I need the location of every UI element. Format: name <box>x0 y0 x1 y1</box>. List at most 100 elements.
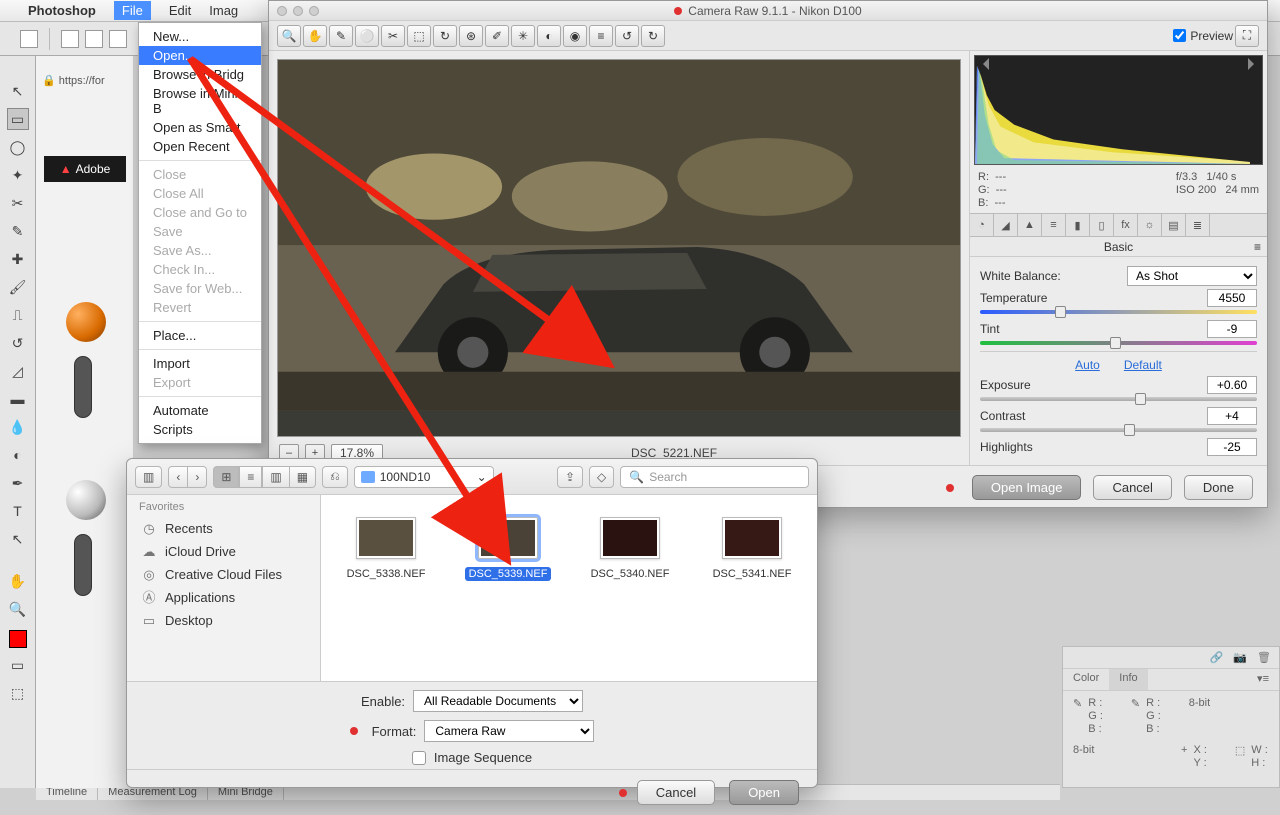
tool-stamp[interactable]: ⎍ <box>7 304 29 326</box>
tool-marquee[interactable]: ▭ <box>7 108 29 130</box>
cr-tool-2[interactable]: ✎ <box>329 25 353 47</box>
tool-history[interactable]: ↺ <box>7 332 29 354</box>
forward-button[interactable]: › <box>188 466 207 488</box>
tool-heal[interactable]: ✚ <box>7 248 29 270</box>
file-menu-save[interactable]: Save <box>139 222 261 241</box>
opt-marquee-icon[interactable] <box>20 30 38 48</box>
adjust-tab-0[interactable]: ◔ <box>970 214 994 236</box>
file-menu-browse-in-bridg[interactable]: Browse in Bridg <box>139 65 261 84</box>
adjust-tab-8[interactable]: ▤ <box>1162 214 1186 236</box>
tint-input[interactable] <box>1207 320 1257 338</box>
open-image-button[interactable]: Open Image <box>972 475 1082 500</box>
minimize-icon[interactable] <box>293 6 303 16</box>
camera-icon[interactable]: 📷 <box>1233 651 1247 664</box>
tool-crop[interactable]: ✂ <box>7 192 29 214</box>
opt-a-icon[interactable] <box>61 30 79 48</box>
menu-image[interactable]: Imag <box>209 3 238 18</box>
adjust-tab-7[interactable]: ☼ <box>1138 214 1162 236</box>
highlights-input[interactable] <box>1207 438 1257 456</box>
file-item[interactable]: DSC_5341.NEF <box>705 517 799 581</box>
file-menu-save-for-web-[interactable]: Save for Web... <box>139 279 261 298</box>
format-select[interactable]: Camera Raw <box>424 720 594 742</box>
contrast-input[interactable] <box>1207 407 1257 425</box>
done-button[interactable]: Done <box>1184 475 1253 500</box>
imageseq-checkbox[interactable] <box>412 751 426 765</box>
tool-move[interactable]: ↖ <box>7 80 29 102</box>
file-menu-import[interactable]: Import <box>139 354 261 373</box>
cr-tool-13[interactable]: ↺ <box>615 25 639 47</box>
adjust-tab-2[interactable]: ▲ <box>1018 214 1042 236</box>
cr-tool-10[interactable]: ◐ <box>537 25 561 47</box>
tool-brush[interactable]: 🖌 <box>7 276 29 298</box>
adjust-tab-9[interactable]: ≣ <box>1186 214 1210 236</box>
trash-icon[interactable]: 🗑 <box>1257 651 1271 664</box>
sidebar-item-icloud-drive[interactable]: ☁iCloud Drive <box>127 540 320 563</box>
tint-slider[interactable] <box>1110 337 1121 349</box>
tab-color[interactable]: Color <box>1063 669 1109 690</box>
cr-cancel-button[interactable]: Cancel <box>1093 475 1171 500</box>
cr-tool-0[interactable]: 🔍 <box>277 25 301 47</box>
adjust-tab-4[interactable]: ▮ <box>1066 214 1090 236</box>
sidebar-item-creative-cloud-files[interactable]: ◎Creative Cloud Files <box>127 563 320 586</box>
auto-link[interactable]: Auto <box>1075 358 1100 372</box>
eyedrop-icon[interactable]: ✎ <box>1073 697 1082 710</box>
cr-tool-7[interactable]: ⊛ <box>459 25 483 47</box>
file-menu-close-all[interactable]: Close All <box>139 184 261 203</box>
temp-input[interactable] <box>1207 289 1257 307</box>
sidebar-item-recents[interactable]: ◷Recents <box>127 517 320 540</box>
file-menu-place-[interactable]: Place... <box>139 326 261 345</box>
file-menu-open-as-smart[interactable]: Open as Smart <box>139 118 261 137</box>
histogram[interactable] <box>974 55 1263 165</box>
cr-tool-9[interactable]: ✳ <box>511 25 535 47</box>
file-menu-scripts[interactable]: Scripts <box>139 420 261 439</box>
exposure-slider[interactable] <box>1135 393 1146 405</box>
cr-tool-1[interactable]: ✋ <box>303 25 327 47</box>
exposure-input[interactable] <box>1207 376 1257 394</box>
file-menu-save-as-[interactable]: Save As... <box>139 241 261 260</box>
group-button[interactable]: ⎌ <box>322 466 348 488</box>
fullscreen-icon[interactable]: ⛶ <box>1235 25 1259 47</box>
tool-pen[interactable]: ✒ <box>7 472 29 494</box>
tool-text[interactable]: T <box>7 500 29 522</box>
file-menu-browse-in-mini-b[interactable]: Browse in Mini B <box>139 84 261 118</box>
enable-select[interactable]: All Readable Documents <box>413 690 583 712</box>
tool-mode[interactable]: ▭ <box>7 654 29 676</box>
cr-preview-image[interactable] <box>277 59 961 437</box>
tool-screen[interactable]: ⬚ <box>7 682 29 704</box>
cr-tool-6[interactable]: ↻ <box>433 25 457 47</box>
sidebar-item-applications[interactable]: ⒶApplications <box>127 586 320 609</box>
path-dropdown[interactable]: 100ND10⌄ <box>354 466 494 488</box>
cr-tool-12[interactable]: ≡ <box>589 25 613 47</box>
file-item[interactable]: DSC_5340.NEF <box>583 517 677 581</box>
wb-select[interactable]: As Shot <box>1127 266 1257 286</box>
view-list[interactable]: ≡ <box>239 466 262 488</box>
file-item[interactable]: DSC_5338.NEF <box>339 517 433 581</box>
file-menu-close[interactable]: Close <box>139 165 261 184</box>
view-gallery[interactable]: ▦ <box>290 466 316 488</box>
menu-file[interactable]: File <box>114 1 151 20</box>
temp-slider[interactable] <box>1055 306 1066 318</box>
app-name[interactable]: Photoshop <box>28 3 96 18</box>
cr-tool-8[interactable]: ✐ <box>485 25 509 47</box>
dimension-icon[interactable]: ⬚ <box>1235 744 1245 757</box>
adjust-tab-1[interactable]: ◢ <box>994 214 1018 236</box>
back-button[interactable]: ‹ <box>168 466 188 488</box>
tool-eyedrop[interactable]: ✎ <box>7 220 29 242</box>
close-icon[interactable] <box>277 6 287 16</box>
tool-zoom[interactable]: 🔍 <box>7 598 29 620</box>
tool-path[interactable]: ↖ <box>7 528 29 550</box>
opt-c-icon[interactable] <box>109 30 127 48</box>
cr-tool-4[interactable]: ✂ <box>381 25 405 47</box>
sidebar-item-desktop[interactable]: ▭Desktop <box>127 609 320 632</box>
cr-tool-3[interactable]: ⚪ <box>355 25 379 47</box>
file-item[interactable]: DSC_5339.NEF <box>461 517 555 581</box>
cr-tool-14[interactable]: ↻ <box>641 25 665 47</box>
search-input[interactable]: 🔍 Search <box>620 466 809 488</box>
opt-b-icon[interactable] <box>85 30 103 48</box>
adjust-tab-6[interactable]: fx <box>1114 214 1138 236</box>
cr-tool-5[interactable]: ⬚ <box>407 25 431 47</box>
color-swatch[interactable] <box>9 630 27 648</box>
zoom-icon[interactable] <box>309 6 319 16</box>
file-menu-check-in-[interactable]: Check In... <box>139 260 261 279</box>
file-menu-revert[interactable]: Revert <box>139 298 261 317</box>
